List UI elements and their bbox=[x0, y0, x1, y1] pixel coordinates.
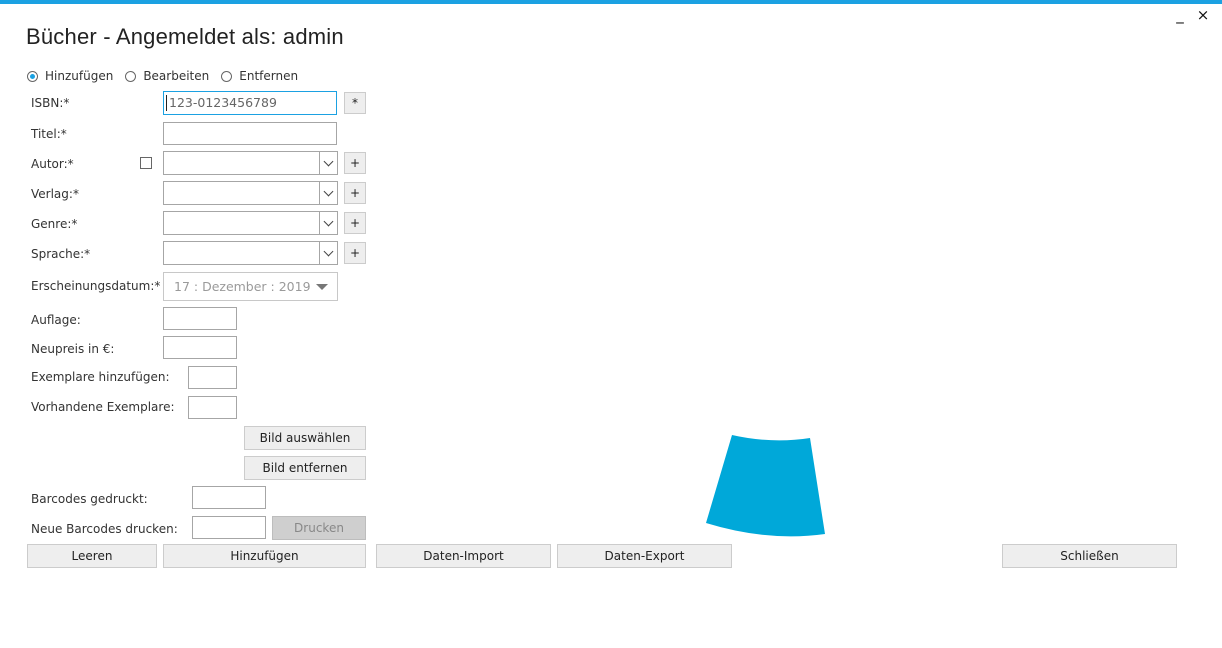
chevron-down-icon[interactable] bbox=[319, 182, 337, 204]
spinner-segment bbox=[706, 435, 825, 537]
radio-label: Entfernen bbox=[239, 69, 299, 83]
neue-barcodes-input[interactable] bbox=[192, 516, 266, 539]
radio-icon bbox=[221, 70, 233, 82]
isbn-label: ISBN:* bbox=[31, 96, 70, 110]
chevron-down-icon[interactable] bbox=[319, 212, 337, 234]
mode-radio-group: Hinzufügen Bearbeiten Entfernen bbox=[27, 68, 310, 84]
autor-checkbox[interactable] bbox=[140, 157, 152, 169]
vorhandene-exemplare-input[interactable] bbox=[188, 396, 237, 419]
barcodes-gedruckt-label: Barcodes gedruckt: bbox=[31, 492, 148, 506]
leeren-button[interactable]: Leeren bbox=[27, 544, 157, 568]
minimize-button[interactable]: _ bbox=[1171, 6, 1189, 24]
barcodes-gedruckt-input[interactable] bbox=[192, 486, 266, 509]
radio-entfernen[interactable]: Entfernen bbox=[221, 69, 298, 83]
isbn-value: 123-0123456789 bbox=[169, 95, 277, 110]
isbn-generate-button[interactable]: * bbox=[344, 92, 366, 114]
loading-spinner-icon bbox=[706, 435, 825, 537]
daten-import-button[interactable]: Daten-Import bbox=[376, 544, 551, 568]
text-caret bbox=[166, 95, 167, 111]
chevron-down-icon[interactable] bbox=[319, 152, 337, 174]
radio-label: Hinzufügen bbox=[45, 69, 114, 83]
bild-auswaehlen-button[interactable]: Bild auswählen bbox=[244, 426, 366, 450]
genre-combobox[interactable] bbox=[163, 211, 338, 235]
verlag-label: Verlag:* bbox=[31, 187, 79, 201]
sprache-label: Sprache:* bbox=[31, 247, 91, 261]
close-button[interactable]: × bbox=[1194, 6, 1212, 24]
chevron-down-icon[interactable] bbox=[319, 242, 337, 264]
neupreis-label: Neupreis in €: bbox=[31, 342, 115, 356]
exemplare-hinzufuegen-label: Exemplare hinzufügen: bbox=[31, 370, 170, 384]
window-title: Bücher - Angemeldet als: admin bbox=[26, 24, 344, 49]
auflage-label: Auflage: bbox=[31, 313, 81, 327]
titel-label: Titel:* bbox=[31, 127, 67, 141]
autor-label: Autor:* bbox=[31, 157, 74, 171]
bild-entfernen-button[interactable]: Bild entfernen bbox=[244, 456, 366, 480]
verlag-combobox[interactable] bbox=[163, 181, 338, 205]
titel-input[interactable] bbox=[163, 122, 337, 145]
vorhandene-exemplare-label: Vorhandene Exemplare: bbox=[31, 400, 175, 414]
sprache-combobox[interactable] bbox=[163, 241, 338, 265]
date-value: 17 : Dezember : 2019 bbox=[174, 279, 311, 294]
radio-bearbeiten[interactable]: Bearbeiten bbox=[125, 69, 209, 83]
add-verlag-button[interactable]: + bbox=[344, 182, 366, 204]
neupreis-input[interactable] bbox=[163, 336, 237, 359]
genre-label: Genre:* bbox=[31, 217, 78, 231]
add-genre-button[interactable]: + bbox=[344, 212, 366, 234]
drucken-button[interactable]: Drucken bbox=[272, 516, 366, 540]
autor-combobox[interactable] bbox=[163, 151, 338, 175]
radio-label: Bearbeiten bbox=[143, 69, 210, 83]
hinzufuegen-button[interactable]: Hinzufügen bbox=[163, 544, 366, 568]
erscheinungsdatum-picker[interactable]: 17 : Dezember : 2019 bbox=[163, 272, 338, 301]
add-sprache-button[interactable]: + bbox=[344, 242, 366, 264]
auflage-input[interactable] bbox=[163, 307, 237, 330]
radio-icon bbox=[125, 70, 137, 82]
schliessen-button[interactable]: Schließen bbox=[1002, 544, 1177, 568]
neue-barcodes-label: Neue Barcodes drucken: bbox=[31, 522, 178, 536]
dropdown-arrow-icon[interactable] bbox=[316, 284, 328, 290]
isbn-input[interactable]: 123-0123456789 bbox=[163, 91, 337, 115]
add-autor-button[interactable]: + bbox=[344, 152, 366, 174]
radio-hinzufuegen[interactable]: Hinzufügen bbox=[27, 69, 113, 83]
daten-export-button[interactable]: Daten-Export bbox=[557, 544, 732, 568]
exemplare-hinzufuegen-input[interactable] bbox=[188, 366, 237, 389]
window-accent-bar bbox=[0, 0, 1222, 4]
erscheinungsdatum-label: Erscheinungsdatum:* bbox=[31, 279, 161, 293]
radio-selected-icon bbox=[27, 70, 38, 82]
